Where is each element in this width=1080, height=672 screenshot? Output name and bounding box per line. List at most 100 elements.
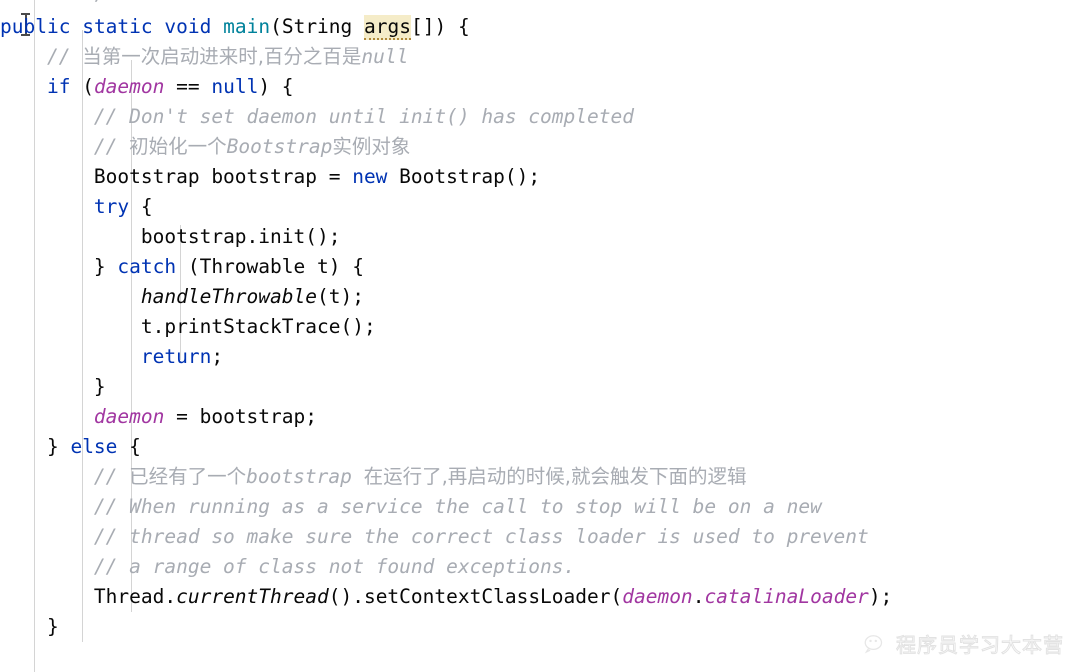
code-token: == xyxy=(164,75,212,98)
code-token: new xyxy=(352,165,388,188)
code-token: ( xyxy=(70,75,94,98)
code-token: catch xyxy=(117,255,177,278)
code-token: []) { xyxy=(410,15,470,38)
code-token: public xyxy=(0,15,71,38)
code-line[interactable]: } xyxy=(0,612,1080,642)
code-line[interactable]: // 初始化一个Bootstrap实例对象 xyxy=(0,132,1080,162)
code-token: { xyxy=(129,195,153,218)
code-line[interactable]: handleThrowable(t); xyxy=(0,282,1080,312)
code-content[interactable]: public static void main(String args[]) {… xyxy=(0,0,1080,672)
code-line[interactable]: t.printStackTrace(); xyxy=(0,312,1080,342)
code-token: static xyxy=(82,15,153,38)
code-token: 在运行了,再启动的时候,就会触发下面的逻辑 xyxy=(363,465,747,488)
code-line[interactable]: // 已经有了一个bootstrap 在运行了,再启动的时候,就会触发下面的逻辑 xyxy=(0,462,1080,492)
code-line[interactable]: // 当第一次启动进来时,百分之百是null xyxy=(0,42,1080,72)
code-token: daemon xyxy=(93,405,165,428)
code-token: } xyxy=(93,375,106,398)
code-token: ); xyxy=(868,585,893,608)
code-line[interactable]: // a range of class not found exceptions… xyxy=(0,552,1080,582)
code-token: currentThread xyxy=(176,585,329,608)
code-token: (t); xyxy=(317,285,364,308)
code-token: Bootstrap(); xyxy=(387,165,541,188)
code-editor[interactable]: */ public static void main(String args[]… xyxy=(0,0,1080,672)
warning-token[interactable]: args xyxy=(364,15,411,40)
code-token: ().setContextClassLoader( xyxy=(328,585,623,608)
code-token: // xyxy=(46,45,83,68)
code-token: } xyxy=(93,255,118,278)
code-token: bootstrap xyxy=(246,465,364,488)
code-line[interactable]: } xyxy=(0,372,1080,402)
code-line[interactable]: } else { xyxy=(0,432,1080,462)
code-token: ; xyxy=(211,345,224,368)
code-token: // xyxy=(93,465,130,488)
code-token: null xyxy=(361,45,409,68)
code-token: handleThrowable xyxy=(140,285,317,308)
code-line[interactable]: if (daemon == null) { xyxy=(0,72,1080,102)
code-token: 已经有了一个 xyxy=(129,465,247,488)
code-token: bootstrap.init(); xyxy=(140,225,341,248)
code-token: 初始化一个 xyxy=(129,135,227,158)
code-line[interactable]: Bootstrap bootstrap = new Bootstrap(); xyxy=(0,162,1080,192)
code-token: // a range of class not found exceptions… xyxy=(93,555,576,578)
code-token: void xyxy=(164,15,212,38)
code-token: daemon xyxy=(622,585,693,608)
code-line[interactable]: try { xyxy=(0,192,1080,222)
code-token: null xyxy=(211,75,259,98)
code-line[interactable]: // Don't set daemon until init() has com… xyxy=(0,102,1080,132)
code-token: 当第一次启动进来时,百分之百是 xyxy=(82,45,362,68)
code-token: Bootstrap xyxy=(226,135,333,158)
code-token: return xyxy=(140,345,212,368)
code-token: else xyxy=(70,435,118,458)
code-token: (String xyxy=(270,15,365,38)
code-line[interactable]: } catch (Throwable t) { xyxy=(0,252,1080,282)
code-line[interactable]: // thread so make sure the correct class… xyxy=(0,522,1080,552)
code-line[interactable]: public static void main(String args[]) { xyxy=(0,12,1080,42)
code-token: if xyxy=(46,75,71,98)
code-token: // xyxy=(93,135,130,158)
code-token: t.printStackTrace(); xyxy=(140,315,376,338)
code-token: = bootstrap; xyxy=(164,405,317,428)
code-line[interactable]: bootstrap.init(); xyxy=(0,222,1080,252)
code-token: daemon xyxy=(93,75,165,98)
code-token: . xyxy=(692,585,705,608)
code-token: 实例对象 xyxy=(332,135,411,158)
code-token: Thread. xyxy=(93,585,177,608)
code-line[interactable]: return; xyxy=(0,342,1080,372)
code-token: // thread so make sure the correct class… xyxy=(93,525,869,548)
code-token: Bootstrap bootstrap = xyxy=(93,165,353,188)
code-token: } xyxy=(46,615,59,638)
code-line[interactable]: Thread.currentThread().setContextClassLo… xyxy=(0,582,1080,612)
code-token: { xyxy=(117,435,141,458)
code-token: } xyxy=(46,435,71,458)
code-token: // When running as a service the call to… xyxy=(93,495,822,518)
code-line[interactable]: daemon = bootstrap; xyxy=(0,402,1080,432)
code-token: ) { xyxy=(258,75,294,98)
code-line[interactable]: // When running as a service the call to… xyxy=(0,492,1080,522)
code-token: (Throwable t) { xyxy=(176,255,364,278)
code-token: main xyxy=(223,15,271,38)
code-token: catalinaLoader xyxy=(704,585,869,608)
code-token: try xyxy=(93,195,130,218)
code-token: // Don't set daemon until init() has com… xyxy=(93,105,634,128)
